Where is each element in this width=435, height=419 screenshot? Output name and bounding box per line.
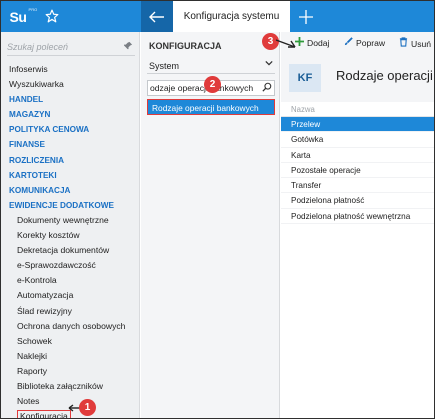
sidebar-item-label: HANDEL [9, 95, 44, 105]
list-item[interactable]: Karta [281, 148, 434, 163]
sidebar-item-raporty[interactable]: Raporty [1, 364, 140, 379]
chevron-down-icon [265, 59, 273, 69]
sidebar-item-label: Biblioteka załączników [17, 380, 103, 391]
tab-konfiguracja-systemu[interactable]: Konfiguracja systemu [173, 1, 290, 32]
sidebar-item-label: EWIDENCJE DODATKOWE [9, 200, 114, 210]
search-underline [7, 55, 135, 56]
sidebar-item-label: e-Kontrola [17, 275, 57, 286]
callout-3-arrow [275, 39, 296, 48]
delete-button-label: Usuń [411, 38, 432, 49]
sidebar-item-handel[interactable]: HANDEL [1, 92, 140, 107]
sidebar-item-wyszukiwarka[interactable]: Wyszukiwarka [1, 77, 140, 92]
sidebar-item-magazyn[interactable]: MAGAZYN [1, 107, 140, 122]
sidebar-item-korekty-kosztów[interactable]: Korekty kosztów [1, 228, 140, 243]
sidebar: Szukaj poleceń Infoserwis Wyszukiwarka HAN… [1, 32, 140, 418]
sidebar-item-e-kontrola[interactable]: e-Kontrola [1, 273, 140, 288]
sidebar-item-schowek[interactable]: Schowek [1, 334, 140, 349]
sidebar-item-ślad-rewizyjny[interactable]: Ślad rewizyjny [1, 304, 140, 319]
list-item[interactable]: Gotówka [281, 132, 434, 148]
sidebar-item-label: Wyszukiwarka [9, 79, 64, 90]
module-badge: KF [289, 64, 321, 92]
sidebar-item-label: Automatyzacja [17, 290, 74, 301]
sidebar-item-label: Naklejki [17, 350, 48, 361]
pin-icon[interactable] [124, 41, 133, 52]
config-scope-select[interactable]: System [147, 58, 275, 74]
add-button-label: Dodaj [307, 38, 330, 48]
sidebar-item-label: Schowek [17, 335, 52, 346]
data-list: Przelew Gotówka Karta Pozostałe operacje Tra… [281, 117, 434, 225]
sidebar-item-naklejki[interactable]: Naklejki [1, 349, 140, 364]
edit-button[interactable]: Popraw [344, 37, 385, 49]
sidebar-item-label: ROZLICZENIA [9, 155, 65, 165]
sidebar-nav: Infoserwis Wyszukiwarka HANDEL MAGAZYN POLIT… [1, 62, 140, 418]
sidebar-item-label: Ślad rewizyjny [17, 305, 72, 316]
sidebar-item-infoserwis[interactable]: Infoserwis [1, 62, 140, 77]
trash-icon [399, 37, 408, 50]
list-item[interactable]: Przelew [281, 117, 434, 133]
brush-icon [344, 37, 353, 49]
sidebar-item-label: e-Sprawozdawczość [17, 260, 96, 271]
sidebar-item-label: Infoserwis [9, 64, 48, 74]
column-header-label: Nazwa [291, 105, 315, 114]
logo-text: Su PRO [9, 6, 38, 25]
sidebar-item-dokumenty-wewnętrzne[interactable]: Dokumenty wewnętrzne [1, 213, 140, 228]
config-scope-value: System [149, 61, 180, 71]
callout-2: 2 [204, 76, 221, 93]
toolbar: Dodaj Popraw Usuń [281, 32, 434, 54]
content-header: KF Rodzaje operacji bankowych [281, 54, 434, 102]
list-item[interactable]: Podzielona płatność wewnętrzna [281, 209, 434, 225]
top-bar: Su PRO Konfiguracja systemu [1, 1, 434, 32]
list-item[interactable]: Pozostałe operacje [281, 163, 434, 179]
list-item[interactable]: Transfer [281, 178, 434, 194]
favorites-star-icon[interactable] [41, 5, 63, 27]
sidebar-item-label: Ochrona danych osobowych [17, 320, 126, 331]
sidebar-item-label: KOMUNIKACJA [9, 185, 71, 195]
delete-button[interactable]: Usuń [399, 37, 431, 50]
sidebar-item-komunikacja[interactable]: KOMUNIKACJA [1, 183, 140, 198]
sidebar-item-ochrona-danych-osobowych[interactable]: Ochrona danych osobowych [1, 319, 140, 334]
config-panel-title: KONFIGURACJA [149, 41, 222, 51]
sidebar-item-label: FINANSE [9, 140, 45, 150]
config-result-item[interactable]: Rodzaje operacji bankowych [147, 99, 275, 115]
search-placeholder: Szukaj poleceń [7, 42, 69, 52]
sidebar-item-ewidencje-dodatkowe[interactable]: EWIDENCJE DODATKOWE [1, 198, 140, 213]
sidebar-item-polityka-cenowa[interactable]: POLITYKA CENOWA [1, 122, 140, 137]
sidebar-item-label: Dokumenty wewnętrzne [17, 214, 109, 225]
app-logo[interactable]: Su PRO [1, 1, 38, 32]
new-tab-plus-icon[interactable] [290, 1, 322, 32]
sidebar-item-label: Konfiguracja [17, 410, 71, 418]
edit-button-label: Popraw [356, 38, 386, 48]
page-title: Rodzaje operacji bankowych [336, 68, 434, 83]
command-search-input[interactable]: Szukaj poleceń [7, 38, 135, 56]
back-arrow-icon[interactable] [141, 1, 173, 32]
sidebar-item-e-sprawozdawczość[interactable]: e-Sprawozdawczość [1, 258, 140, 273]
sidebar-item-label: Notes [17, 396, 40, 407]
list-item[interactable]: Podzielona płatność [281, 193, 434, 209]
sidebar-item-finanse[interactable]: FINANSE [1, 137, 140, 152]
sidebar-item-dekretacja-dokumentów[interactable]: Dekretacja dokumentów [1, 243, 140, 258]
logo-superscript: PRO [28, 6, 38, 12]
app-window: Su PRO Konfiguracja systemu Szukaj polece… [0, 0, 435, 419]
sidebar-item-label: POLITYKA CENOWA [9, 125, 90, 135]
sidebar-item-label: Raporty [17, 365, 48, 376]
sidebar-item-rozliczenia[interactable]: ROZLICZENIA [1, 153, 140, 168]
sidebar-item-label: Dekretacja dokumentów [17, 245, 110, 256]
callout-1: 1 [79, 399, 96, 416]
sidebar-item-label: MAGAZYN [9, 110, 51, 120]
content-area: Dodaj Popraw Usuń KF Rodzaje operacji ba… [281, 32, 434, 418]
sidebar-item-automatyzacja[interactable]: Automatyzacja [1, 288, 140, 303]
search-icon[interactable] [262, 82, 272, 94]
sidebar-item-kartoteki[interactable]: KARTOTEKI [1, 168, 140, 183]
sidebar-item-biblioteka-załączników[interactable]: Biblioteka załączników [1, 379, 140, 394]
sidebar-item-label: KARTOTEKI [9, 170, 57, 180]
column-header-nazwa[interactable]: Nazwa [281, 102, 434, 117]
sidebar-item-label: Korekty kosztów [17, 230, 80, 241]
